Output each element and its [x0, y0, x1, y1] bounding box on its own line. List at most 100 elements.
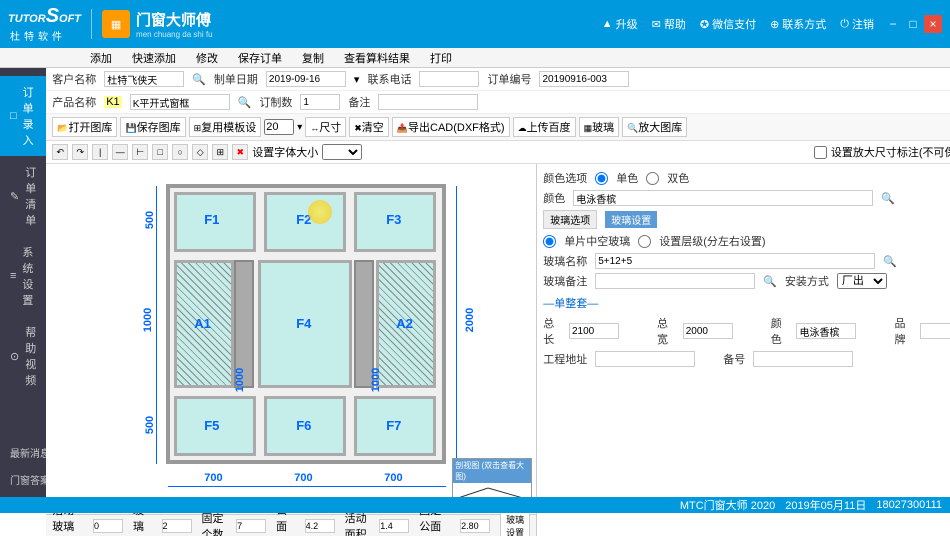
sidebar-item-help-video[interactable]: ⊙帮助视频: [0, 316, 46, 396]
minimize-button[interactable]: −: [884, 15, 902, 33]
glass-tab-settings[interactable]: 玻璃设置: [605, 211, 657, 228]
add-button[interactable]: 添加: [90, 50, 112, 66]
saveorder-button[interactable]: 保存订单: [238, 50, 282, 66]
tool-hline2[interactable]: ⊢: [132, 144, 148, 160]
tool-undo[interactable]: ↶: [52, 144, 68, 160]
phone-label: 联系电话: [367, 71, 411, 87]
export-cad-button[interactable]: 📤导出CAD(DXF格式): [392, 117, 510, 137]
close-button[interactable]: ×: [924, 15, 942, 33]
copy-button[interactable]: 复制: [302, 50, 324, 66]
upgrade-link[interactable]: ▲ 升级: [602, 16, 638, 32]
date-label: 制单日期: [214, 71, 258, 87]
draw-toolbar: ↶ ↷ | — ⊢ □ ○ ◇ ⊞ ✖ 设置字体大小 设置放大尺寸标注(不可保留…: [46, 141, 950, 164]
save-library-button[interactable]: 💾保存图库: [120, 117, 185, 137]
tool-hline[interactable]: —: [112, 144, 128, 160]
enlarge-button[interactable]: 🔍放大图库: [622, 117, 687, 137]
brand-logo: TUTORSOFT 杜特软件: [8, 5, 81, 43]
color-single-radio[interactable]: [595, 172, 608, 185]
square-icon: □: [10, 110, 17, 122]
movecount-input[interactable]: [93, 519, 123, 533]
glass-tab-options[interactable]: 玻璃选项: [543, 210, 597, 229]
sidebar-item-order-list[interactable]: ✎订单清单: [0, 156, 46, 236]
fixarea-input[interactable]: [460, 519, 490, 533]
footer: MTC门窗大师 2020 2019年05月11日 18027300111: [0, 497, 950, 513]
install-select[interactable]: 厂出: [837, 273, 887, 289]
glass-layer-radio[interactable]: [638, 235, 651, 248]
color-double-radio[interactable]: [646, 172, 659, 185]
icon-toolbar: 📂打开图库 💾保存图库 ⊞复用模板设 ▾ ↔尺寸 ✖清空 📤导出CAD(DXF格…: [46, 114, 950, 141]
search-icon[interactable]: 🔍: [238, 96, 252, 109]
tool-grid[interactable]: ⊞: [212, 144, 228, 160]
upload-button[interactable]: ☁上传百度: [513, 117, 576, 137]
calendar-icon[interactable]: ▾: [354, 73, 360, 86]
window-icon: ▦: [102, 10, 130, 38]
product-label: 产品名称: [52, 94, 96, 110]
area-input[interactable]: [305, 519, 335, 533]
note2-input[interactable]: [753, 351, 853, 367]
product-code: K1: [104, 96, 121, 108]
glassnote-input[interactable]: [595, 273, 755, 289]
wechat-link[interactable]: ✪ 微信支付: [700, 16, 756, 32]
tool-diamond[interactable]: ◇: [192, 144, 208, 160]
logout-link[interactable]: ⏻ 注销: [840, 16, 874, 32]
note-input[interactable]: [378, 94, 478, 110]
activearea-input[interactable]: [379, 519, 409, 533]
quickadd-button[interactable]: 快速添加: [132, 50, 176, 66]
customer-input[interactable]: [104, 71, 184, 87]
color2-input[interactable]: [796, 323, 856, 339]
template-button[interactable]: ⊞复用模板设: [189, 117, 262, 137]
clear-button[interactable]: ✖清空: [349, 117, 389, 137]
right-panel: 颜色选项 单色 双色 颜色 🔍 玻璃选项 玻璃设置 单片中空玻璃 设置层级(分左…: [536, 164, 950, 536]
addr-input[interactable]: [595, 351, 695, 367]
sidebar-item-settings[interactable]: ≡系统设置: [0, 236, 46, 316]
tool-rect[interactable]: □: [152, 144, 168, 160]
print-button[interactable]: 打印: [430, 50, 452, 66]
customer-label: 客户名称: [52, 71, 96, 87]
help-link[interactable]: ✉ 帮助: [652, 16, 686, 32]
sidebar-item-order-entry[interactable]: □订单录入: [0, 76, 46, 156]
viewresult-button[interactable]: 查看算料结果: [344, 50, 410, 66]
date-input[interactable]: [266, 71, 346, 87]
canvas-area[interactable]: F1 F2 F3 A1 F4 A2 F5 F6 F7 500 1000 500: [46, 164, 536, 536]
tool-redo[interactable]: ↷: [72, 144, 88, 160]
glass-settings-button[interactable]: 玻璃设置: [500, 511, 530, 536]
fontsize-select[interactable]: [322, 144, 362, 160]
fixcount-input[interactable]: [236, 519, 266, 533]
modify-button[interactable]: 修改: [196, 50, 218, 66]
orderno-input[interactable]: [539, 71, 629, 87]
glass-button[interactable]: ▦玻璃: [579, 117, 620, 137]
brand-input[interactable]: [920, 323, 950, 339]
search-icon[interactable]: 🔍: [192, 73, 206, 86]
width-input[interactable]: [683, 323, 733, 339]
length-input[interactable]: [569, 323, 619, 339]
sidebar: □订单录入 ✎订单清单 ≡系统设置 ⊙帮助视频 最新消息 门窗答案分享: [0, 68, 46, 513]
qty-label: 订制数: [259, 94, 292, 110]
glassname-input[interactable]: [595, 253, 875, 269]
tool-delete[interactable]: ✖: [232, 144, 248, 160]
tool-circle[interactable]: ○: [172, 144, 188, 160]
search-icon[interactable]: 🔍: [883, 255, 897, 268]
main-toolbar: 添加 快速添加 修改 保存订单 复制 查看算料结果 打印: [0, 48, 950, 68]
circle-icon: ⊙: [10, 350, 19, 363]
status-bar: 活动玻璃数 玻璃数 固定个数 公面积 活动面积 固定公面积 玻璃设置: [46, 514, 536, 536]
contact-link[interactable]: ⊕ 联系方式: [770, 16, 826, 32]
size-button[interactable]: ↔尺寸: [305, 117, 346, 137]
tool-vline[interactable]: |: [92, 144, 108, 160]
form-row-1: 客户名称 🔍 制单日期 ▾ 联系电话 订单编号: [46, 68, 950, 91]
maincolor-input[interactable]: [573, 190, 873, 206]
glasscount-input[interactable]: [162, 519, 192, 533]
product-input[interactable]: [130, 94, 230, 110]
qty-input[interactable]: [300, 94, 340, 110]
edit-icon: ✎: [10, 190, 19, 203]
phone-input[interactable]: [419, 71, 479, 87]
maximize-button[interactable]: □: [904, 15, 922, 33]
fontsize-label: 设置字体大小: [252, 144, 318, 160]
app-logo: ▦ 门窗大师傅 men chuang da shi fu: [102, 9, 213, 39]
glass-single-radio[interactable]: [543, 235, 556, 248]
open-library-button[interactable]: 📂打开图库: [52, 117, 117, 137]
search-icon[interactable]: 🔍: [881, 192, 895, 205]
dim-checkbox[interactable]: [814, 146, 827, 159]
form-row-2: 产品名称 K1 🔍 订制数 备注: [46, 91, 950, 114]
template-num-input[interactable]: [264, 119, 294, 135]
search-icon[interactable]: 🔍: [763, 275, 777, 288]
